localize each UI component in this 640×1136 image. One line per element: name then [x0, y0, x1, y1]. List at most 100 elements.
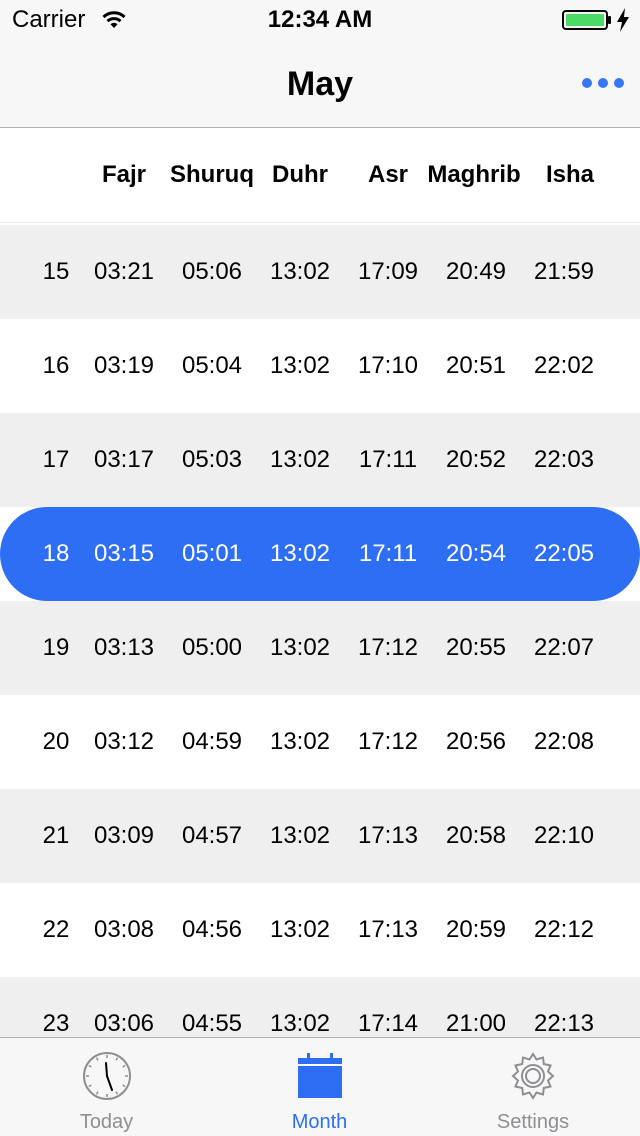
status-time: 12:34 AM	[267, 6, 373, 33]
cell-maghrib: 20:54	[445, 540, 507, 567]
cell-isha: 22:02	[533, 352, 595, 379]
tab-settings-label: Settings	[496, 1111, 570, 1133]
table-row[interactable]: 23 03:06 04:55 13:02 17:14 21:00 22:13	[0, 977, 640, 1037]
cell-duhr: 13:02	[269, 352, 331, 379]
cell-shuruq: 04:55	[181, 1010, 243, 1037]
column-header-shuruq: Shuruq	[170, 161, 254, 188]
cell-shuruq: 04:57	[181, 822, 243, 849]
tab-month[interactable]: Month	[213, 1038, 426, 1136]
clock-icon	[82, 1052, 131, 1100]
tab-bar: Today Month Settings	[0, 1037, 640, 1136]
cell-isha: 22:03	[533, 446, 595, 473]
cell-duhr: 13:02	[269, 822, 331, 849]
cell-day: 20	[42, 728, 70, 755]
cell-fajr: 03:17	[93, 446, 155, 473]
cell-duhr: 13:02	[269, 540, 331, 567]
column-header-maghrib: Maghrib	[427, 161, 521, 188]
table-row-selected[interactable]: 18 03:15 05:01 13:02 17:11 20:54 22:05	[0, 507, 640, 601]
cell-fajr: 03:08	[93, 916, 155, 943]
cell-fajr: 03:13	[93, 634, 155, 661]
column-header-row: Fajr Shuruq Duhr Asr Maghrib Isha	[0, 128, 640, 223]
cell-fajr: 03:21	[93, 258, 155, 285]
cell-asr: 17:11	[358, 540, 418, 567]
cell-day: 17	[42, 446, 70, 473]
cell-isha: 22:10	[533, 822, 595, 849]
cell-day: 18	[42, 540, 70, 567]
cell-asr: 17:09	[357, 258, 419, 285]
cell-shuruq: 04:56	[181, 916, 243, 943]
cell-shuruq: 04:59	[181, 728, 243, 755]
cell-asr: 17:12	[357, 634, 419, 661]
cell-isha: 22:07	[533, 634, 595, 661]
table-row[interactable]: 15 03:21 05:06 13:02 17:09 20:49 21:59	[0, 225, 640, 319]
cell-maghrib: 20:51	[445, 352, 507, 379]
charging-icon	[617, 8, 629, 32]
tab-today-label: Today	[79, 1111, 134, 1133]
tab-today[interactable]: Today	[0, 1038, 213, 1136]
tab-month-label: Month	[291, 1111, 348, 1133]
table-row[interactable]: 17 03:17 05:03 13:02 17:11 20:52 22:03	[0, 413, 640, 507]
cell-fajr: 03:12	[93, 728, 155, 755]
calendar-icon	[297, 1053, 342, 1098]
cell-asr: 17:11	[358, 446, 418, 473]
cell-maghrib: 20:52	[445, 446, 507, 473]
table-row[interactable]: 21 03:09 04:57 13:02 17:13 20:58 22:10	[0, 789, 640, 883]
cell-isha: 21:59	[533, 258, 595, 285]
cell-duhr: 13:02	[269, 446, 331, 473]
more-dot-icon	[582, 78, 592, 88]
table-row[interactable]: 16 03:19 05:04 13:02 17:10 20:51 22:02	[0, 319, 640, 413]
cell-duhr: 13:02	[269, 258, 331, 285]
table-row[interactable]: 20 03:12 04:59 13:02 17:12 20:56 22:08	[0, 695, 640, 789]
cell-shuruq: 05:00	[181, 634, 243, 661]
page-title: May	[286, 65, 354, 103]
battery-icon	[562, 10, 611, 30]
cell-maghrib: 20:55	[445, 634, 507, 661]
cell-day: 22	[42, 916, 70, 943]
cell-asr: 17:13	[357, 916, 419, 943]
column-header-isha: Isha	[545, 161, 595, 188]
column-header-duhr: Duhr	[272, 161, 328, 188]
column-header-asr: Asr	[367, 161, 409, 188]
cell-fajr: 03:19	[93, 352, 155, 379]
table-row[interactable]: 19 03:13 05:00 13:02 17:12 20:55 22:07	[0, 601, 640, 695]
cell-asr: 17:13	[357, 822, 419, 849]
cell-duhr: 13:02	[269, 916, 331, 943]
cell-isha: 22:13	[533, 1010, 595, 1037]
cell-fajr: 03:06	[93, 1010, 155, 1037]
cell-maghrib: 20:59	[445, 916, 507, 943]
cell-fajr: 03:15	[93, 540, 155, 567]
cell-isha: 22:05	[533, 540, 595, 567]
cell-shuruq: 05:04	[181, 352, 243, 379]
cell-shuruq: 05:01	[181, 540, 243, 567]
column-header-fajr: Fajr	[101, 161, 146, 188]
navigation-bar: May	[0, 40, 640, 128]
cell-day: 21	[42, 822, 70, 849]
more-options-button[interactable]	[578, 70, 626, 98]
cell-duhr: 13:02	[269, 728, 331, 755]
month-prayer-table[interactable]: 15 03:21 05:06 13:02 17:09 20:49 21:59 1…	[0, 225, 640, 1037]
cell-shuruq: 05:03	[181, 446, 243, 473]
gear-icon	[511, 1052, 555, 1100]
status-bar: Carrier 12:34 AM	[0, 0, 640, 40]
more-dot-icon	[614, 78, 624, 88]
cell-maghrib: 20:58	[445, 822, 507, 849]
cell-isha: 22:08	[533, 728, 595, 755]
cell-day: 23	[42, 1010, 70, 1037]
cell-duhr: 13:02	[269, 634, 331, 661]
cell-asr: 17:14	[357, 1010, 419, 1037]
cell-day: 16	[42, 352, 70, 379]
tab-settings[interactable]: Settings	[426, 1038, 640, 1136]
cell-asr: 17:10	[357, 352, 419, 379]
cell-shuruq: 05:06	[181, 258, 243, 285]
more-dot-icon	[598, 78, 608, 88]
app-screen: Carrier 12:34 AM May Fajr Shuruq Duhr As…	[0, 0, 640, 1136]
cell-maghrib: 21:00	[445, 1010, 507, 1037]
cell-maghrib: 20:49	[445, 258, 507, 285]
cell-asr: 17:12	[357, 728, 419, 755]
cell-maghrib: 20:56	[445, 728, 507, 755]
cell-fajr: 03:09	[93, 822, 155, 849]
table-row[interactable]: 22 03:08 04:56 13:02 17:13 20:59 22:12	[0, 883, 640, 977]
cell-isha: 22:12	[533, 916, 595, 943]
cell-day: 19	[42, 634, 70, 661]
cell-duhr: 13:02	[269, 1010, 331, 1037]
